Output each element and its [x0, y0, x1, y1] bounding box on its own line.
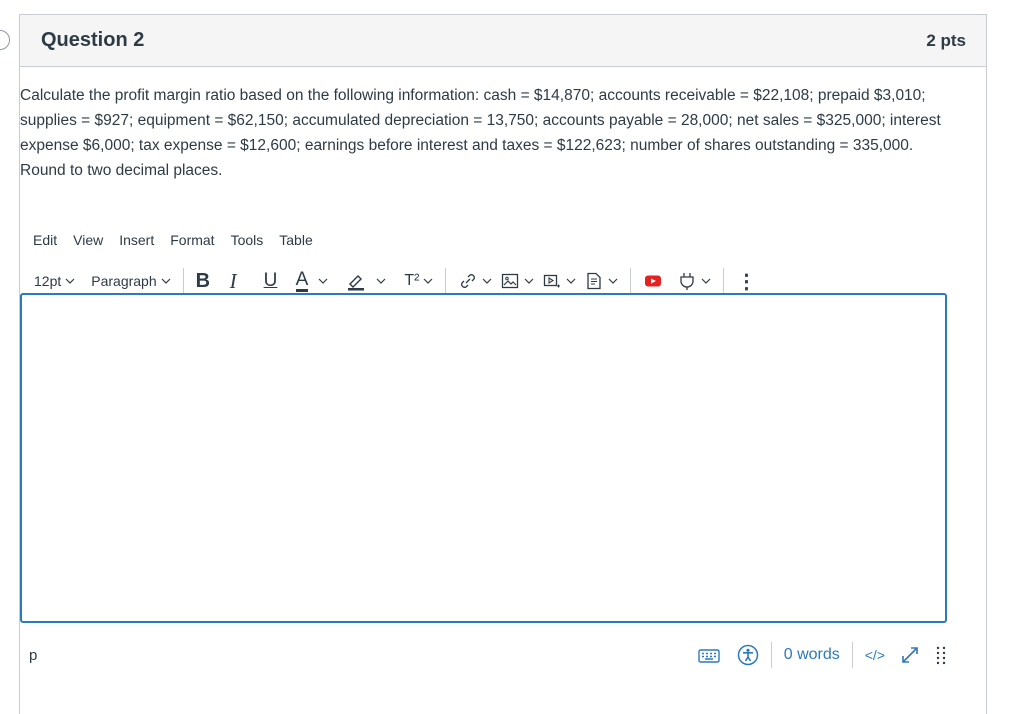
chevron-down-icon	[483, 278, 492, 284]
rich-text-editor[interactable]	[20, 293, 947, 623]
more-vertical-icon: ⋮	[736, 270, 757, 293]
block-format-value: Paragraph	[91, 273, 157, 289]
statusbar-divider	[851, 642, 853, 668]
toolbar-divider	[723, 268, 725, 294]
document-button[interactable]	[580, 266, 622, 296]
keyboard-shortcuts-button[interactable]	[697, 645, 721, 665]
editor-content[interactable]	[22, 295, 945, 315]
element-path[interactable]: p	[29, 647, 37, 664]
youtube-button[interactable]	[639, 266, 667, 296]
more-toolbar-button[interactable]: ⋮	[732, 266, 760, 296]
toolbar-divider	[182, 268, 184, 294]
fullscreen-icon	[902, 647, 918, 663]
font-size-select[interactable]: 12pt	[30, 266, 79, 296]
accessibility-checker-button[interactable]	[737, 644, 759, 666]
media-button[interactable]	[538, 266, 580, 296]
superscript-glyph: T²	[404, 272, 420, 289]
statusbar-tools: 0 words </>	[697, 640, 947, 670]
italic-button[interactable]: I	[226, 266, 248, 296]
text-color-glyph: A	[295, 268, 309, 292]
statusbar-divider	[770, 642, 772, 668]
menu-view[interactable]: View	[65, 232, 111, 248]
resize-handle-icon	[936, 646, 946, 665]
menu-tools[interactable]: Tools	[223, 232, 272, 248]
menu-table[interactable]: Table	[271, 232, 320, 248]
chevron-down-icon	[376, 278, 386, 284]
superscript-button[interactable]: T²	[400, 266, 437, 296]
chevron-down-icon	[525, 278, 534, 284]
block-format-select[interactable]: Paragraph	[87, 266, 174, 296]
question-points: 2 pts	[926, 30, 966, 50]
highlight-color-button[interactable]	[342, 266, 390, 296]
editor-toolbar: 12pt Paragraph B I U A T² ⋮	[30, 266, 930, 296]
toolbar-divider	[445, 268, 447, 294]
menu-edit[interactable]: Edit	[33, 232, 65, 248]
accessibility-icon	[737, 644, 758, 666]
text-color-button[interactable]: A	[292, 266, 333, 296]
link-button[interactable]	[454, 266, 496, 296]
editor-statusbar: p 0 words </>	[20, 640, 947, 670]
question-header: Question 2 2 pts	[20, 15, 986, 67]
question-text: Calculate the profit margin ratio based …	[20, 87, 941, 179]
question-marker	[0, 30, 10, 50]
fullscreen-button[interactable]	[899, 644, 921, 666]
youtube-icon	[645, 275, 662, 287]
plugin-icon	[680, 273, 695, 290]
html-editor-toggle[interactable]: </>	[865, 647, 885, 663]
editor-menubar: Edit View Insert Format Tools Table	[33, 232, 321, 248]
menu-format[interactable]: Format	[162, 232, 222, 248]
font-size-value: 12pt	[34, 273, 62, 289]
underline-button[interactable]: U	[260, 266, 282, 296]
chevron-down-icon	[609, 278, 618, 284]
chevron-down-icon	[161, 278, 171, 284]
chevron-down-icon	[318, 278, 328, 284]
media-icon	[544, 274, 561, 288]
chevron-down-icon	[65, 278, 75, 284]
image-icon	[502, 273, 519, 289]
highlighter-icon	[348, 275, 365, 291]
chevron-down-icon	[567, 278, 576, 284]
word-count[interactable]: 0 words	[784, 646, 840, 664]
chevron-down-icon	[702, 278, 711, 284]
resize-handle[interactable]	[935, 644, 947, 666]
menu-insert[interactable]: Insert	[111, 232, 162, 248]
chevron-down-icon	[424, 278, 433, 284]
keyboard-icon	[698, 649, 720, 663]
document-icon	[587, 272, 602, 290]
bold-button[interactable]: B	[192, 266, 214, 296]
plugins-button[interactable]	[673, 266, 715, 296]
link-icon	[461, 274, 476, 288]
toolbar-divider	[630, 268, 632, 294]
question-title: Question 2	[41, 29, 145, 51]
image-button[interactable]	[496, 266, 538, 296]
